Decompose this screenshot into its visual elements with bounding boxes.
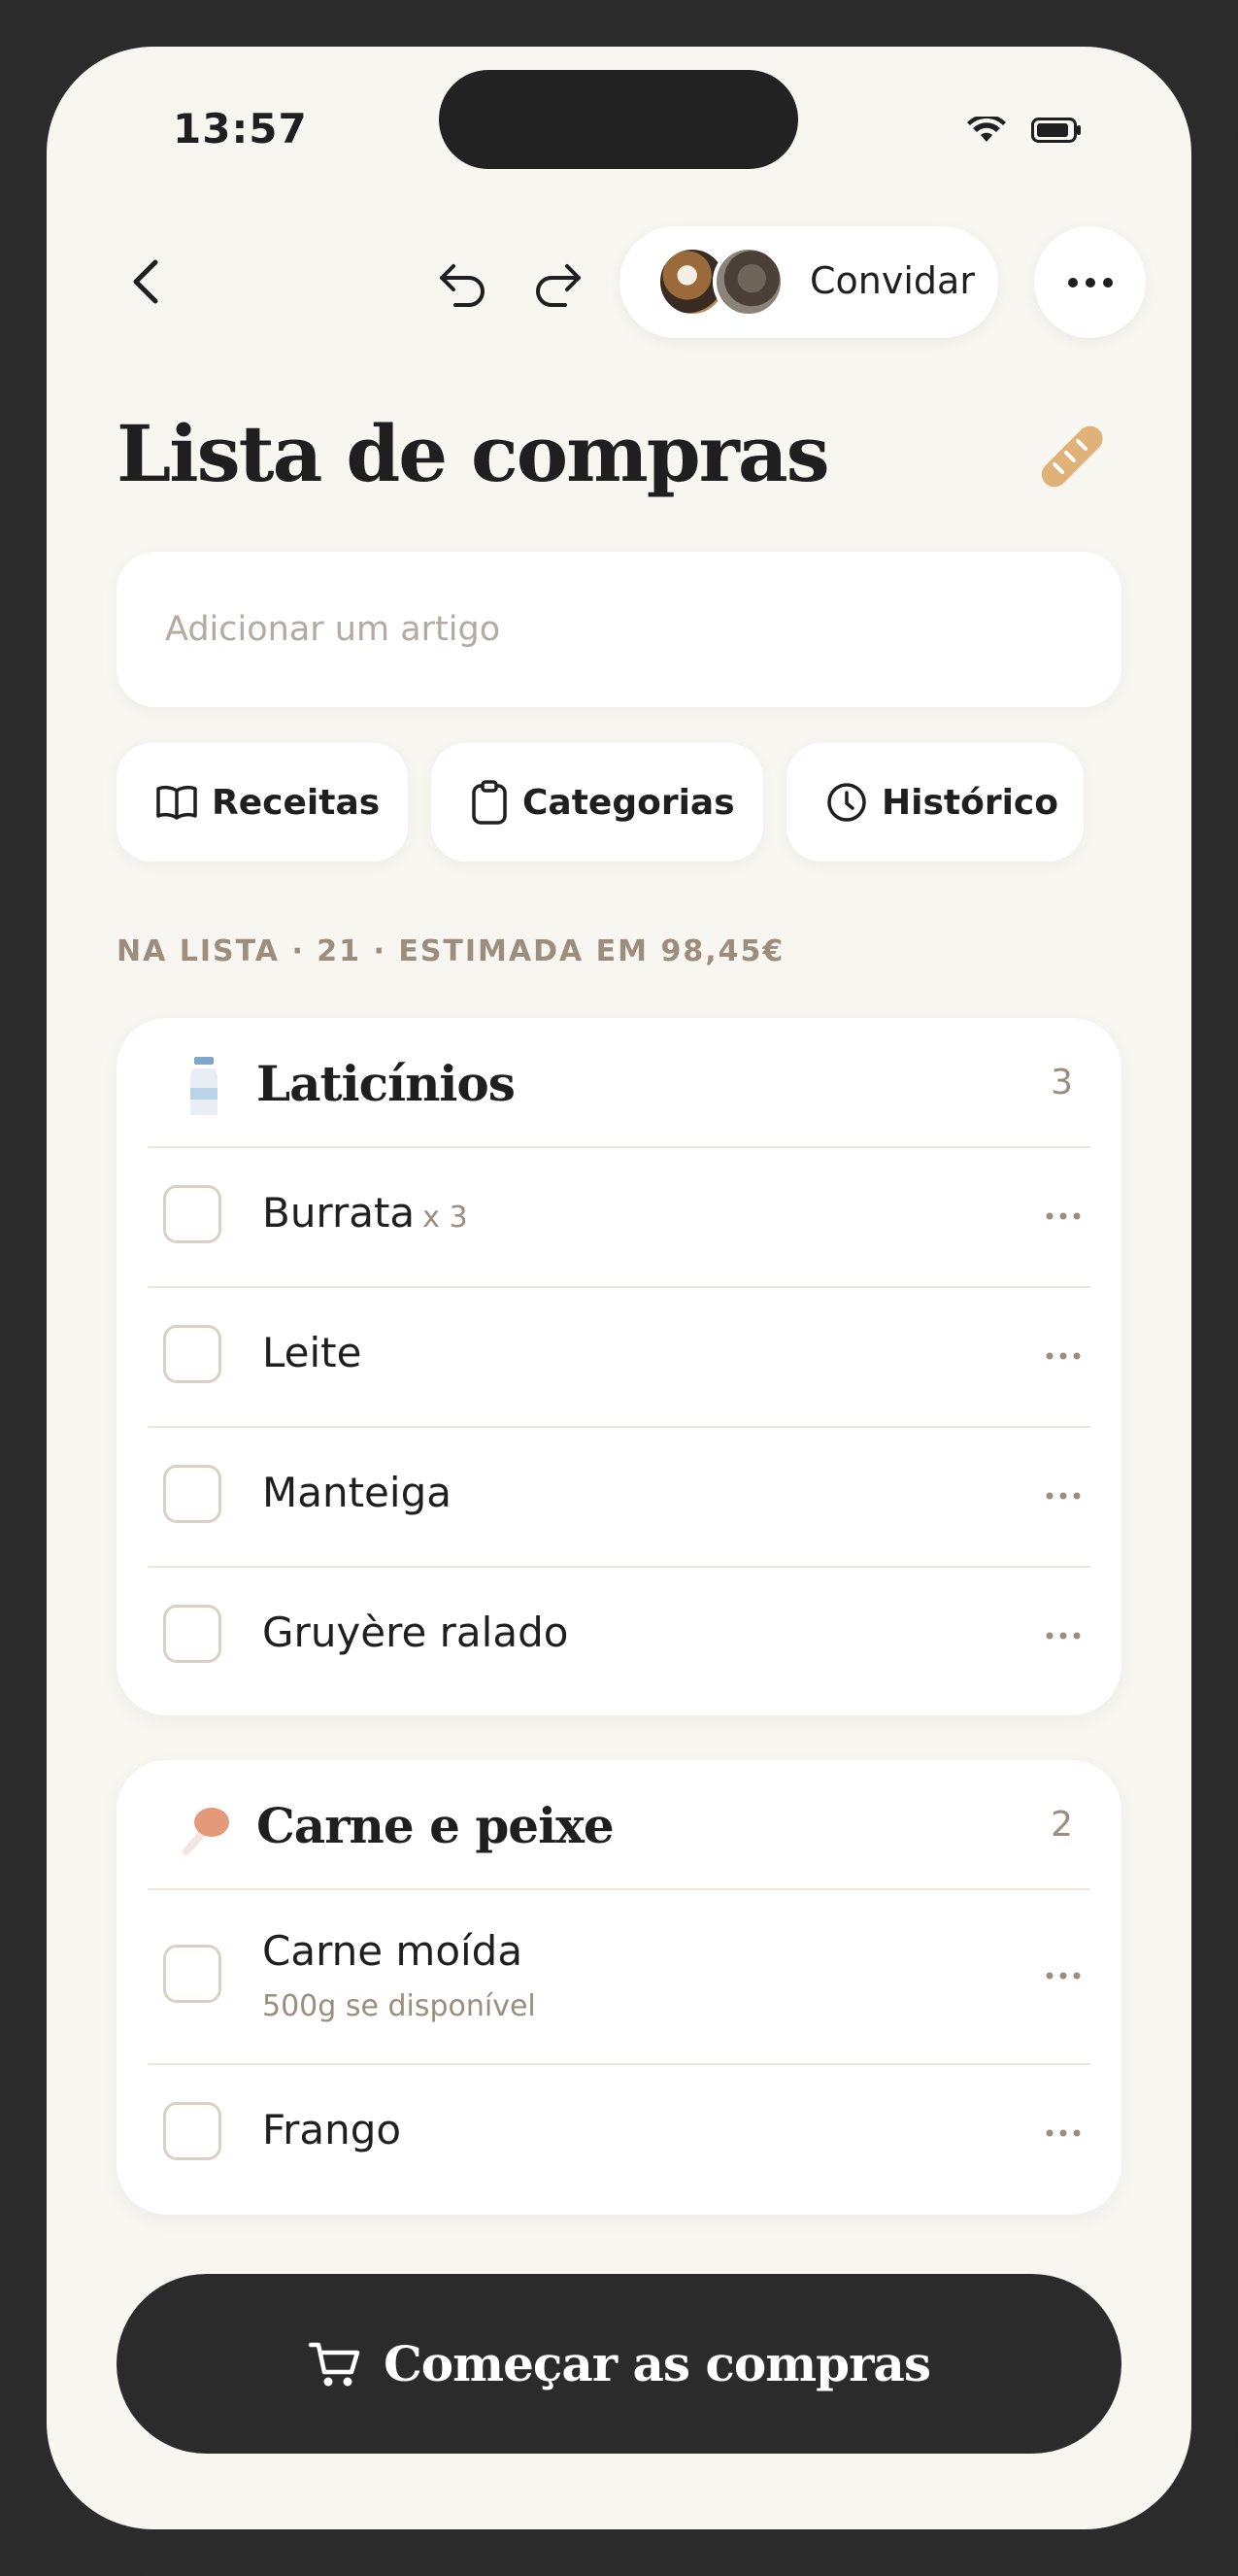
undo-icon — [440, 264, 485, 307]
clock-icon — [827, 783, 866, 822]
wifi-icon — [967, 117, 1006, 142]
chip-label: Receitas — [212, 782, 381, 823]
add-item-input[interactable] — [117, 552, 1121, 707]
chip-label: Histórico — [882, 782, 1059, 823]
item-checkbox[interactable] — [163, 2102, 221, 2160]
item-name: Carne moída — [262, 1927, 523, 1975]
item-checkbox[interactable] — [163, 1185, 221, 1243]
battery-icon — [1031, 118, 1081, 143]
item-more-button[interactable] — [1036, 1616, 1090, 1655]
redo-icon — [536, 264, 581, 307]
list-item[interactable]: Gruyère ralado — [148, 1566, 1090, 1706]
meat-drumstick-icon — [183, 1808, 229, 1855]
history-chip[interactable]: Histórico — [786, 743, 1084, 862]
milk-bottle-icon — [190, 1057, 217, 1115]
category-title: Carne e peixe — [256, 1797, 615, 1854]
item-more-button[interactable] — [1036, 2114, 1090, 2152]
list-summary: NA LISTA · 21 · ESTIMADA EM 98,45€ — [117, 934, 786, 968]
ellipsis-icon — [1046, 1492, 1081, 1500]
item-note: 500g se disponível — [262, 1989, 536, 2023]
category-header[interactable]: Carne e peixe 2 — [117, 1760, 1121, 1888]
item-checkbox[interactable] — [163, 1465, 221, 1523]
category-card-dairy: Laticínios 3 Burratax 3 Leite Manteiga — [117, 1018, 1121, 1715]
categories-chip[interactable]: Categorias — [431, 743, 763, 862]
list-item[interactable]: Manteiga — [148, 1426, 1090, 1566]
category-card-meat: Carne e peixe 2 Carne moída 500g se disp… — [117, 1760, 1121, 2215]
item-more-button[interactable] — [1036, 1476, 1090, 1515]
list-item[interactable]: Carne moída 500g se disponível — [148, 1888, 1090, 2063]
category-count: 3 — [1051, 1063, 1073, 1102]
recipes-chip[interactable]: Receitas — [117, 743, 408, 862]
item-name: Burrata — [262, 1189, 416, 1237]
item-more-button[interactable] — [1036, 1956, 1090, 1995]
item-name: Gruyère ralado — [262, 1609, 569, 1656]
redo-button[interactable] — [526, 253, 588, 315]
dynamic-island — [439, 70, 798, 169]
invite-button[interactable]: Convidar — [619, 226, 998, 338]
start-shopping-label: Começar as compras — [384, 2335, 931, 2392]
list-item[interactable]: Burrata x 3 — [148, 1146, 1090, 1286]
undo-button[interactable] — [432, 253, 494, 315]
ellipsis-icon — [1046, 1632, 1081, 1640]
category-title: Laticínios — [256, 1055, 516, 1112]
phone-frame: 13:57 Convidar Lista de compras Adiciona… — [0, 0, 1238, 2576]
app-screen: 13:57 Convidar Lista de compras Adiciona… — [47, 47, 1191, 2529]
category-header[interactable]: Laticínios 3 — [117, 1018, 1121, 1146]
chip-label: Categorias — [522, 782, 735, 823]
ellipsis-icon — [1067, 277, 1113, 288]
item-name: Leite — [262, 1329, 362, 1376]
back-button[interactable] — [117, 248, 175, 316]
start-shopping-button[interactable]: Começar as compras — [117, 2274, 1121, 2454]
ellipsis-icon — [1046, 2129, 1081, 2137]
list-item[interactable]: Frango — [148, 2063, 1090, 2203]
clipboard-icon — [472, 780, 507, 825]
list-item[interactable]: Leite — [148, 1286, 1090, 1426]
item-name: Manteiga — [262, 1469, 452, 1516]
item-more-button[interactable] — [1036, 1337, 1090, 1375]
item-checkbox[interactable] — [163, 1945, 221, 2003]
shopping-cart-icon — [308, 2342, 360, 2386]
item-more-button[interactable] — [1036, 1197, 1090, 1236]
page-title: Lista de compras — [117, 408, 830, 499]
baguette-icon — [1041, 425, 1103, 488]
category-count: 2 — [1051, 1805, 1073, 1845]
book-icon — [156, 785, 197, 820]
edit-list-button[interactable] — [1029, 418, 1107, 495]
ellipsis-icon — [1046, 1972, 1081, 1980]
ellipsis-icon — [1046, 1212, 1081, 1220]
item-quantity: x 3 — [422, 1201, 468, 1235]
item-name: Frango — [262, 2106, 402, 2153]
item-checkbox[interactable] — [163, 1325, 221, 1383]
collaborator-avatar — [713, 246, 785, 318]
status-time: 13:57 — [173, 105, 308, 153]
chevron-left-icon — [133, 259, 158, 304]
ellipsis-icon — [1046, 1352, 1081, 1360]
item-checkbox[interactable] — [163, 1605, 221, 1663]
invite-label: Convidar — [810, 259, 975, 302]
more-options-button[interactable] — [1034, 226, 1146, 338]
